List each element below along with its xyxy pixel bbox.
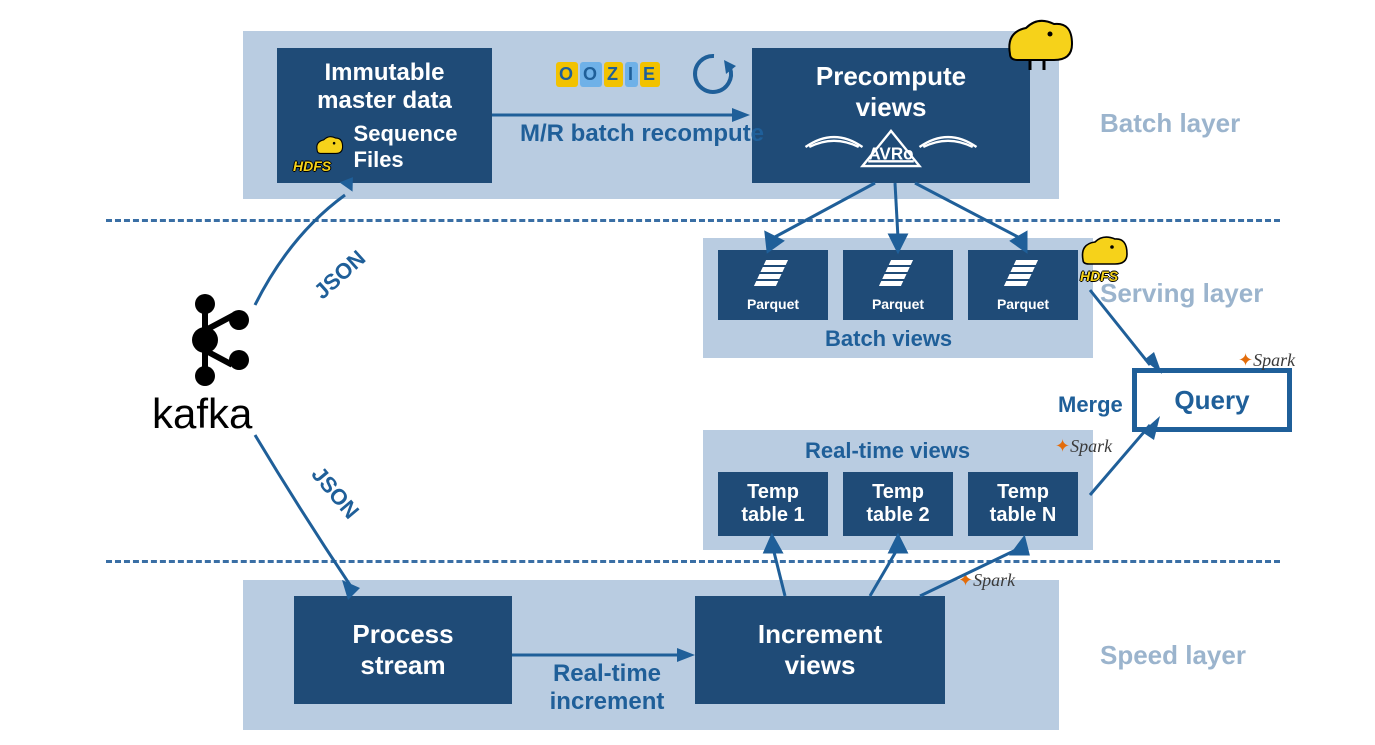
svg-text:AVRo: AVRo <box>868 144 913 163</box>
increment-views-box: Increment views <box>695 596 945 704</box>
recompute-cycle-icon <box>690 50 738 98</box>
parquet-box-1: Parquet <box>718 250 828 320</box>
parquet-box-2: Parquet <box>843 250 953 320</box>
batch-views-label: Batch views <box>825 326 952 352</box>
parquet-icon <box>753 258 793 288</box>
avro-logo-icon: AVRo <box>796 123 986 171</box>
precompute-line1: Precompute <box>816 61 966 92</box>
realtime-views-label: Real-time views <box>805 438 970 464</box>
realtime-inc-label: Real-time increment <box>512 660 702 715</box>
arrow-kafka-to-process <box>250 430 390 605</box>
batch-layer-label: Batch layer <box>1100 108 1240 139</box>
temp-table-1: Temptable 1 <box>718 472 828 536</box>
parquet-label-2: Parquet <box>872 296 924 312</box>
process-l2: stream <box>360 650 445 681</box>
process-l1: Process <box>352 619 453 650</box>
hadoop-elephant-icon-large <box>1000 12 1080 76</box>
arrow-master-to-precompute <box>492 100 752 130</box>
sequence-line1: Sequence <box>354 121 458 147</box>
increment-l1: Increment <box>758 619 882 650</box>
hdfs-badge-master: HDFS <box>293 158 331 174</box>
parquet-label-3: Parquet <box>997 296 1049 312</box>
sequence-line2: Files <box>354 147 458 173</box>
query-label: Query <box>1174 385 1249 416</box>
temp-table-2: Temptable 2 <box>843 472 953 536</box>
spark-badge-query: ✦Spark <box>1238 350 1295 371</box>
increment-l2: views <box>785 650 856 681</box>
arrow-realtimeviews-to-query <box>1090 420 1170 500</box>
arrow-increment-to-temp <box>700 536 1100 596</box>
kafka-label: kafka <box>152 390 252 438</box>
precompute-views-box: Precompute views AVRo <box>752 48 1030 183</box>
parquet-icon <box>1003 258 1043 288</box>
master-line1: Immutable <box>324 59 444 87</box>
parquet-box-3: Parquet <box>968 250 1078 320</box>
arrow-batchviews-to-query <box>1090 290 1170 380</box>
hadoop-elephant-icon <box>312 133 346 161</box>
speed-layer-label: Speed layer <box>1100 640 1246 671</box>
merge-label: Merge <box>1058 392 1123 418</box>
precompute-line2: views <box>856 92 927 123</box>
temp-table-n: Temptable N <box>968 472 1078 536</box>
parquet-icon <box>878 258 918 288</box>
oozie-logo: OOZIE <box>555 62 661 87</box>
process-stream-box: Process stream <box>294 596 512 704</box>
master-line2: master data <box>317 87 452 115</box>
arrow-precompute-to-parquet <box>700 183 1100 253</box>
kafka-logo-icon <box>177 290 261 390</box>
parquet-label-1: Parquet <box>747 296 799 312</box>
